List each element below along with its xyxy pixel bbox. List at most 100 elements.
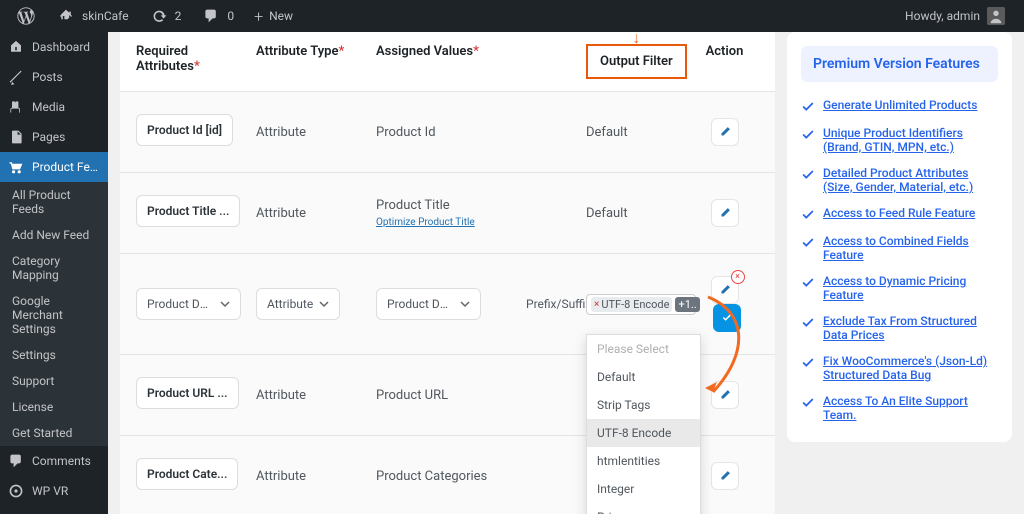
assigned-label: Product URL bbox=[376, 388, 526, 403]
sidebar-item-comments[interactable]: Comments bbox=[0, 446, 108, 476]
menu-label: Dashboard bbox=[32, 40, 90, 54]
feature-item: Detailed Product Attributes (Size, Gende… bbox=[801, 160, 998, 200]
premium-features-card: Premium Version Features Generate Unlimi… bbox=[787, 32, 1012, 442]
user-menu[interactable]: Howdy, admin bbox=[905, 6, 1016, 26]
assigned-label: Product TitleOptimize Product Title bbox=[376, 198, 526, 228]
feature-item: Access to Feed Rule Feature bbox=[801, 200, 998, 228]
comments-icon bbox=[8, 453, 24, 469]
home-icon bbox=[56, 6, 76, 26]
avatar-icon bbox=[986, 6, 1006, 26]
comment-icon bbox=[201, 6, 221, 26]
dropdown-option[interactable]: Price bbox=[587, 503, 700, 514]
assigned-label: Product Id bbox=[376, 125, 526, 140]
feature-link[interactable]: Access to Dynamic Pricing Feature bbox=[823, 274, 998, 302]
submenu-item[interactable]: All Product Feeds bbox=[0, 182, 108, 222]
dropdown-option: Please Select bbox=[587, 335, 700, 363]
check-icon bbox=[801, 356, 815, 370]
dropdown-option[interactable]: Default bbox=[587, 363, 700, 391]
comments[interactable]: 0 bbox=[193, 0, 242, 32]
new-content[interactable]: + New bbox=[246, 0, 301, 32]
table-header-row: Required Attributes* Attribute Type* Ass… bbox=[120, 32, 775, 91]
feature-link[interactable]: Generate Unlimited Products bbox=[823, 98, 977, 112]
feature-link[interactable]: Access To An Elite Support Team. bbox=[823, 394, 998, 422]
attribute-pill: Product Cate... bbox=[136, 458, 238, 490]
feature-link[interactable]: Exclude Tax From Structured Data Prices bbox=[823, 314, 998, 342]
table-row: Product Descrip... Attribute Product Des… bbox=[120, 253, 775, 354]
submenu-item[interactable]: License bbox=[0, 394, 108, 420]
submenu-item[interactable]: Settings bbox=[0, 342, 108, 368]
submenu-item[interactable]: Google Merchant Settings bbox=[0, 288, 108, 342]
new-label: New bbox=[269, 9, 293, 23]
feature-link[interactable]: Unique Product Identifiers (Brand, GTIN,… bbox=[823, 126, 998, 154]
dropdown-option[interactable]: Strip Tags bbox=[587, 391, 700, 419]
output-filter-input[interactable]: ×UTF-8 Encode +1.. bbox=[586, 294, 696, 315]
edit-button[interactable] bbox=[711, 118, 739, 146]
submenu-item[interactable]: Support bbox=[0, 368, 108, 394]
submenu-item[interactable]: Add New Feed bbox=[0, 222, 108, 248]
attribute-select[interactable]: Product Descrip... bbox=[136, 288, 241, 320]
attribute-pill: Product URL ... bbox=[136, 377, 239, 409]
sidebar-item-woocommerce[interactable]: WooCommerce bbox=[0, 506, 108, 514]
feature-item: Generate Unlimited Products bbox=[801, 92, 998, 120]
updates[interactable]: 2 bbox=[141, 0, 190, 32]
feature-link[interactable]: Detailed Product Attributes (Size, Gende… bbox=[823, 166, 998, 194]
sidebar-item-media[interactable]: Media bbox=[0, 92, 108, 122]
feature-link[interactable]: Access to Feed Rule Feature bbox=[823, 206, 975, 220]
dropdown-option[interactable]: htmlentities bbox=[587, 447, 700, 475]
sidebar-item-pages[interactable]: Pages bbox=[0, 122, 108, 152]
site-name-text: skinCafe bbox=[82, 9, 129, 23]
assigned-select[interactable]: Product Descrip... bbox=[376, 288, 481, 320]
sidebar-item-product-feed[interactable]: Product Feed bbox=[0, 152, 108, 182]
check-icon bbox=[801, 396, 815, 410]
check-icon bbox=[801, 316, 815, 330]
attribute-pill: Product Title ... bbox=[136, 195, 240, 227]
site-name[interactable]: skinCafe bbox=[48, 0, 137, 32]
menu-label: WP VR bbox=[32, 484, 68, 498]
prefix-suffix-label: Prefix/Suffix bbox=[526, 297, 586, 311]
edit-button[interactable] bbox=[711, 462, 739, 490]
feature-item: Unique Product Identifiers (Brand, GTIN,… bbox=[801, 120, 998, 160]
dropdown-option[interactable]: Integer bbox=[587, 475, 700, 503]
plus-icon: + bbox=[254, 7, 263, 26]
output-filter-value: Default bbox=[586, 125, 701, 140]
table-row: Product Title ... Attribute Product Titl… bbox=[120, 172, 775, 253]
menu-label: Comments bbox=[32, 454, 91, 468]
feature-item: Exclude Tax From Structured Data Prices bbox=[801, 308, 998, 348]
th-assigned: Assigned Values* bbox=[376, 44, 526, 79]
table-row: Product Id [id] Attribute Product Id Def… bbox=[120, 91, 775, 172]
updates-count: 2 bbox=[175, 9, 182, 23]
sidebar-item-wpvr[interactable]: WP VR bbox=[0, 476, 108, 506]
sidebar-item-dashboard[interactable]: Dashboard bbox=[0, 32, 108, 62]
type-select[interactable]: Attribute bbox=[256, 288, 340, 320]
dropdown-option[interactable]: UTF-8 Encode bbox=[587, 419, 700, 447]
dashboard-icon bbox=[8, 39, 24, 55]
check-icon bbox=[801, 168, 815, 182]
edit-button[interactable] bbox=[711, 381, 739, 409]
product-feed-label: Product Feed bbox=[32, 160, 100, 174]
sidebar-item-posts[interactable]: Posts bbox=[0, 62, 108, 92]
feature-item: Access to Dynamic Pricing Feature bbox=[801, 268, 998, 308]
menu-label: Pages bbox=[32, 130, 65, 144]
arrow-down-icon: ↓ bbox=[632, 32, 640, 48]
close-edit-icon[interactable]: × bbox=[731, 270, 745, 284]
comments-count: 0 bbox=[227, 9, 234, 23]
submenu-item[interactable]: Category Mapping bbox=[0, 248, 108, 288]
chevron-down-icon bbox=[319, 299, 329, 309]
check-icon bbox=[801, 100, 815, 114]
wp-logo[interactable] bbox=[8, 0, 44, 32]
optimize-title-link[interactable]: Optimize Product Title bbox=[376, 217, 518, 228]
confirm-button[interactable] bbox=[713, 304, 741, 332]
output-filter-value: Default bbox=[586, 206, 701, 221]
feature-link[interactable]: Access to Combined Fields Feature bbox=[823, 234, 998, 262]
remove-tag-icon[interactable]: × bbox=[594, 299, 599, 310]
feature-link[interactable]: Fix WooCommerce's (Json-Ld) Structured D… bbox=[823, 354, 998, 382]
type-label: Attribute bbox=[256, 469, 376, 484]
posts-icon bbox=[8, 69, 24, 85]
type-label: Attribute bbox=[256, 125, 376, 140]
menu-label: Media bbox=[32, 100, 65, 114]
admin-sidebar: Dashboard Posts Media Pages Product Feed Al… bbox=[0, 32, 108, 514]
edit-button[interactable] bbox=[711, 199, 739, 227]
output-filter-dropdown: Please SelectDefaultStrip TagsUTF-8 Enco… bbox=[586, 334, 701, 514]
updates-icon bbox=[149, 6, 169, 26]
submenu-item[interactable]: Get Started bbox=[0, 420, 108, 446]
